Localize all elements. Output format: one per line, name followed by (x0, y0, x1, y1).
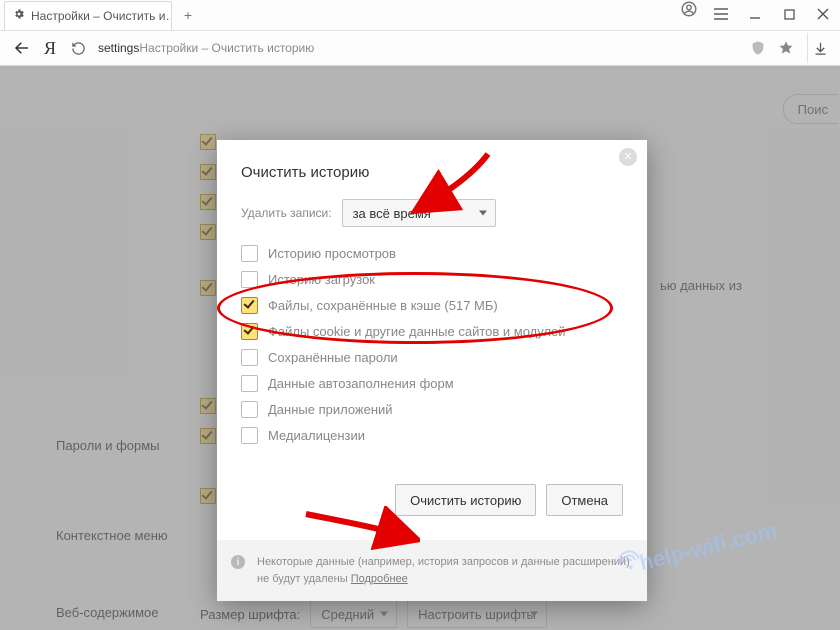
shield-icon[interactable] (747, 38, 769, 58)
checkbox[interactable] (241, 271, 258, 288)
browser-tab[interactable]: Настройки – Очистить и… (4, 1, 172, 30)
clear-history-dialog: ✕ Очистить историю Удалить записи: за вс… (217, 140, 647, 601)
delete-range-label: Удалить записи: (241, 206, 332, 220)
option-label: Историю загрузок (268, 272, 375, 287)
clear-option-3[interactable]: Файлы cookie и другие данные сайтов и мо… (241, 323, 623, 340)
toolbar: Я settings Настройки – Очистить историю (0, 31, 840, 66)
address-path: Настройки – Очистить историю (139, 41, 314, 55)
checkbox[interactable] (241, 401, 258, 418)
new-tab-button[interactable]: + (178, 5, 198, 25)
option-label: Данные приложений (268, 402, 393, 417)
info-note: i Некоторые данные (например, история за… (217, 540, 647, 601)
checkbox[interactable] (241, 323, 258, 340)
time-range-select[interactable]: за всё время (342, 199, 496, 227)
checkbox[interactable] (241, 245, 258, 262)
checkbox[interactable] (241, 375, 258, 392)
clear-option-5[interactable]: Данные автозаполнения форм (241, 375, 623, 392)
reload-button[interactable] (64, 34, 92, 62)
close-icon[interactable]: ✕ (619, 148, 637, 166)
address-scheme: settings (98, 41, 139, 55)
clear-option-6[interactable]: Данные приложений (241, 401, 623, 418)
address-bar[interactable]: settings Настройки – Очистить историю (92, 36, 747, 60)
info-icon: i (231, 555, 245, 569)
clear-option-4[interactable]: Сохранённые пароли (241, 349, 623, 366)
page: ью данных из Пароли и формы Контекстное … (0, 66, 840, 630)
option-label: Файлы, сохранённые в кэше (517 МБ) (268, 298, 498, 313)
dialog-title: Очистить историю (241, 164, 623, 181)
tab-title: Настройки – Очистить и… (31, 9, 172, 23)
user-icon[interactable] (680, 0, 698, 28)
yandex-logo[interactable]: Я (36, 34, 64, 62)
titlebar: Настройки – Очистить и… + (0, 0, 840, 31)
option-label: Данные автозаполнения форм (268, 376, 454, 391)
checkbox[interactable] (241, 297, 258, 314)
clear-option-2[interactable]: Файлы, сохранённые в кэше (517 МБ) (241, 297, 623, 314)
window-maximize[interactable] (772, 0, 806, 28)
gear-icon (13, 8, 25, 23)
window-close[interactable] (806, 0, 840, 28)
cancel-button[interactable]: Отмена (546, 484, 623, 516)
checkbox[interactable] (241, 349, 258, 366)
clear-history-button[interactable]: Очистить историю (395, 484, 536, 516)
option-label: Файлы cookie и другие данные сайтов и мо… (268, 324, 566, 339)
back-button[interactable] (8, 34, 36, 62)
option-label: Сохранённые пароли (268, 350, 398, 365)
clear-option-7[interactable]: Медиалицензии (241, 427, 623, 444)
menu-icon[interactable] (704, 0, 738, 28)
downloads-icon[interactable] (807, 33, 832, 63)
window-minimize[interactable] (738, 0, 772, 28)
option-label: Медиалицензии (268, 428, 365, 443)
clear-option-1[interactable]: Историю загрузок (241, 271, 623, 288)
clear-option-0[interactable]: Историю просмотров (241, 245, 623, 262)
checkbox[interactable] (241, 427, 258, 444)
learn-more-link[interactable]: Подробнее (351, 573, 408, 585)
option-label: Историю просмотров (268, 246, 396, 261)
bookmark-star-icon[interactable] (775, 38, 797, 58)
